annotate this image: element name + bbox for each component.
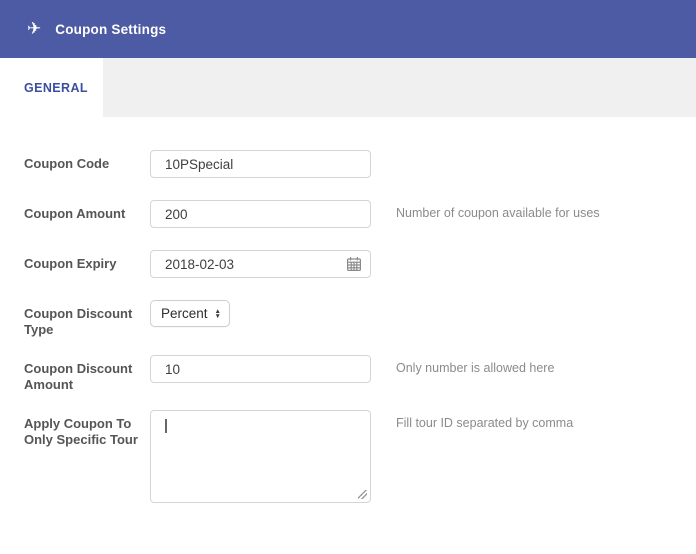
tab-bar: GENERAL (0, 58, 696, 117)
discount-amount-helper: Only number is allowed here (396, 361, 555, 375)
form-row-coupon-code: Coupon Code (24, 150, 696, 178)
form-row-discount-amount: Coupon Discount Amount Only number is al… (24, 355, 696, 393)
coupon-amount-label: Coupon Amount (24, 206, 126, 221)
specific-tour-helper: Fill tour ID separated by comma (396, 416, 574, 430)
discount-type-select[interactable]: Percent ▲ ▼ (150, 300, 230, 327)
plane-icon: ✈ (27, 18, 42, 38)
tab-general[interactable]: GENERAL (0, 58, 103, 117)
form-row-coupon-expiry: Coupon Expiry (24, 250, 696, 278)
form-row-coupon-amount: Coupon Amount Number of coupon available… (24, 200, 696, 228)
coupon-amount-input[interactable] (150, 200, 371, 228)
select-stepper-icon: ▲ ▼ (214, 307, 221, 320)
specific-tour-label: Apply Coupon To Only Specific Tour (24, 416, 138, 447)
discount-amount-input[interactable] (150, 355, 371, 383)
coupon-amount-helper: Number of coupon available for uses (396, 206, 600, 220)
discount-type-selected-value: Percent (161, 306, 208, 321)
coupon-expiry-input[interactable] (150, 250, 371, 278)
coupon-code-label: Coupon Code (24, 156, 110, 171)
text-cursor (165, 419, 167, 433)
form-row-specific-tour: Apply Coupon To Only Specific Tour Fill … (24, 410, 696, 503)
discount-amount-label: Coupon Discount Amount (24, 361, 133, 392)
coupon-expiry-label: Coupon Expiry (24, 256, 117, 271)
coupon-code-input[interactable] (150, 150, 371, 178)
discount-type-label: Coupon Discount Type (24, 306, 133, 337)
app-header: ✈ Coupon Settings (0, 0, 696, 58)
tab-general-label: GENERAL (24, 80, 88, 95)
form-row-discount-type: Coupon Discount Type Percent ▲ ▼ (24, 300, 696, 338)
resize-grip-icon[interactable] (358, 490, 367, 499)
coupon-settings-form: Coupon Code Coupon Amount Number of coup… (0, 117, 696, 503)
specific-tour-textarea[interactable] (150, 410, 371, 503)
page-title: Coupon Settings (55, 21, 167, 37)
